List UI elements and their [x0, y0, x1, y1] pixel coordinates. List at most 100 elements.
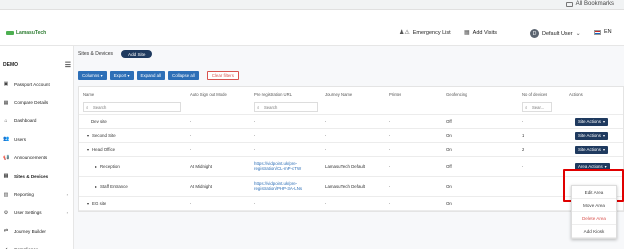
- user-settings-icon: ⚙: [3, 209, 9, 216]
- add-visits-icon: ▦: [464, 30, 470, 36]
- site-name-cell: ▾ EG site: [87, 197, 106, 210]
- geo-cell: On: [446, 184, 452, 189]
- journey-cell: LamasuTech Default: [325, 164, 366, 169]
- devices-cell: 1: [522, 133, 525, 138]
- sidebar-item-journey-builder[interactable]: ⇄ Journey Builder: [0, 222, 74, 240]
- sidebar-item-announcements[interactable]: 📢 Announcements: [0, 149, 74, 167]
- avatar: D: [530, 29, 539, 38]
- col-printer-header[interactable]: Printer: [389, 87, 401, 101]
- url-cell: -: [254, 147, 256, 152]
- site-name-cell: ▾ Head Office: [87, 143, 115, 156]
- mode-cell: -: [190, 119, 192, 124]
- breadcrumb: Sites & Devices Add Site: [78, 50, 153, 58]
- mode-cell: -: [190, 201, 192, 206]
- export-button[interactable]: Export ▾: [109, 71, 134, 80]
- sidebar-item-user-settings[interactable]: ⚙ User Settings ›: [0, 204, 74, 222]
- chevron-right-icon: ›: [66, 192, 68, 198]
- geo-cell: Off: [446, 119, 452, 124]
- col-name-header[interactable]: Name: [83, 87, 94, 101]
- site-name: Second Site: [92, 133, 116, 138]
- site-name-cell: ▾ Second Site: [87, 129, 116, 142]
- sidebar-item-compare-details[interactable]: ▦ Compare Details: [0, 93, 74, 111]
- sidebar-item-passport-account[interactable]: ▣ Passport Account: [0, 75, 74, 93]
- actions-label: Site Actions: [578, 119, 601, 124]
- geo-cell: On: [446, 147, 452, 152]
- url-text[interactable]: https://vidpoint.uk/pre-registration/PHP…: [254, 181, 318, 191]
- search-icon: ⌕: [86, 104, 89, 110]
- actions-cell: Site Actions ▾: [575, 129, 608, 142]
- hamburger-icon[interactable]: ☰: [65, 61, 71, 69]
- table-row[interactable]: ▸ Staff Entrance At Midnight https://vidpoi…: [79, 177, 623, 197]
- chevron-down-icon[interactable]: ▾: [87, 147, 89, 152]
- url-cell: -: [254, 119, 256, 124]
- menu-item-move-area[interactable]: Move Area: [572, 199, 616, 212]
- all-bookmarks[interactable]: All Bookmarks: [565, 1, 614, 7]
- pre-registration-link[interactable]: https://vidpoint.uk/pre-registration/PHP…: [254, 177, 318, 196]
- menu-item-edit-area[interactable]: Edit Area: [572, 186, 616, 199]
- col-journey-header[interactable]: Journey Name: [325, 87, 352, 101]
- mode-cell: At Midnight: [190, 184, 212, 189]
- sites-icon: ▤: [3, 173, 9, 180]
- all-bookmarks-label: All Bookmarks: [575, 1, 614, 7]
- sidebar: DEMO ☰ ▣ Passport Account ▦ Compare Detai…: [0, 46, 74, 249]
- chevron-down-icon[interactable]: ▾: [87, 133, 89, 138]
- sidebar-item-dashboard[interactable]: ⌂ Dashboard: [0, 112, 74, 130]
- col-devices-header[interactable]: No of devices: [522, 87, 547, 101]
- search-placeholder: Search: [93, 104, 107, 110]
- expand-all-button[interactable]: Expand all: [136, 71, 166, 80]
- sidebar-item-label: Dashboard: [14, 118, 37, 124]
- sidebar-item-label: Users: [14, 136, 26, 142]
- actions-label: Site Actions: [578, 147, 601, 152]
- site-actions-button[interactable]: Site Actions ▾: [575, 131, 608, 140]
- emergency-list-button[interactable]: ♟⚠ Emergency List: [399, 29, 451, 37]
- url-text[interactable]: https://vidpoint.uk/pre-registration/CL-…: [254, 161, 318, 171]
- logo: LamasuTech: [6, 30, 46, 36]
- chevron-right-icon: ›: [66, 210, 68, 216]
- devices-cell: 2: [522, 147, 525, 152]
- menu-item-delete-area[interactable]: Delete Area: [572, 212, 616, 225]
- columns-button[interactable]: Columns ▾: [78, 71, 107, 80]
- home-icon: ⌂: [4, 117, 8, 124]
- table-row[interactable]: ▾ Head Office - - - - On 2 Site Actions ▾: [79, 143, 623, 157]
- chevron-right-icon[interactable]: ▸: [95, 164, 97, 169]
- add-visits-button[interactable]: ▦ Add Visits: [464, 29, 498, 37]
- clear-filters-button[interactable]: Clear filters: [206, 71, 239, 80]
- export-label: Export: [113, 73, 127, 78]
- table-row[interactable]: ▾ EG site - - - - On: [79, 197, 623, 211]
- table-row[interactable]: ▸ Reception At Midnight https://vidpoint.uk…: [79, 157, 623, 177]
- mode-cell: At Midnight: [190, 164, 212, 169]
- url-cell: -: [254, 201, 256, 206]
- chevron-down-icon[interactable]: ▾: [87, 201, 89, 206]
- pre-registration-link[interactable]: https://vidpoint.uk/pre-registration/CL-…: [254, 157, 318, 176]
- add-visits-label: Add Visits: [472, 29, 498, 36]
- org-selector[interactable]: DEMO ☰: [3, 60, 71, 69]
- collapse-all-button[interactable]: Collapse all: [168, 71, 199, 80]
- url-search-input[interactable]: ⌕ Search: [254, 102, 318, 112]
- devices-search-input[interactable]: ⌕ Sear...: [522, 102, 552, 112]
- col-actions-header: Actions: [569, 91, 583, 97]
- site-actions-button[interactable]: Site Actions ▾: [575, 117, 608, 126]
- journey-cell: LamasuTech Default: [325, 184, 366, 189]
- sidebar-item-compliance[interactable]: ✔ Compliance: [0, 241, 74, 249]
- table-row[interactable]: ▾ Second Site - - - - On 1 Site Actions ▾: [79, 129, 623, 143]
- chevron-right-icon[interactable]: ▸: [95, 184, 97, 189]
- geo-cell: On: [446, 201, 452, 206]
- geo-cell: On: [446, 133, 452, 138]
- sidebar-item-reporting[interactable]: ▥ Reporting ›: [0, 185, 74, 203]
- col-url-header[interactable]: Pre registration URL: [254, 87, 292, 101]
- sidebar-item-sites-devices[interactable]: ▤ Sites & Devices: [0, 167, 74, 185]
- name-search-input[interactable]: ⌕ Search: [83, 102, 181, 112]
- col-geo-header[interactable]: Geofencing: [446, 87, 467, 101]
- add-site-button[interactable]: Add Site: [121, 50, 153, 58]
- journey-cell: -: [325, 201, 327, 206]
- menu-item-add-kiosk[interactable]: Add Kiosk: [572, 225, 616, 238]
- sites-table: Name Auto Sign out Mode Pre registration…: [78, 86, 624, 212]
- language-selector[interactable]: EN: [594, 29, 612, 35]
- site-actions-button[interactable]: Site Actions ▾: [575, 145, 608, 154]
- actions-cell: Site Actions ▾: [575, 143, 608, 156]
- user-menu[interactable]: D Default User ⌄: [530, 29, 581, 38]
- sidebar-item-users[interactable]: 👥 Users: [0, 130, 74, 148]
- table-row[interactable]: Dev site - - - - Off - Site Actions ▾: [79, 115, 623, 129]
- logo-mark-icon: [6, 31, 14, 35]
- col-mode-header[interactable]: Auto Sign out Mode: [190, 87, 227, 101]
